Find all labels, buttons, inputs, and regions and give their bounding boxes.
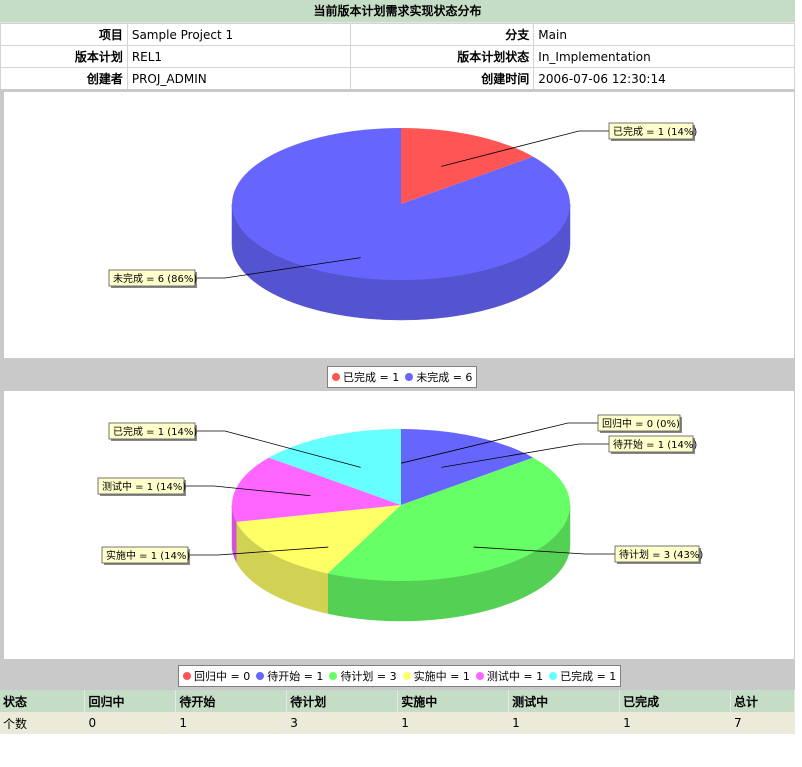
- stats-cell: 个数: [0, 712, 86, 734]
- chart2-label-4: 测试中 = 1 (14%): [102, 480, 186, 493]
- chart2-label-3: 实施中 = 1 (14%): [106, 549, 190, 562]
- chart1-top: [231, 128, 570, 280]
- status-legend: 回归中 = 0 待开始 = 1 待计划 = 3 实施中 = 1 测试中 = 1 已完成 =…: [178, 665, 622, 687]
- project-value: Sample Project 1: [126, 23, 351, 46]
- chart2-top: [232, 429, 570, 581]
- chart2-legend-dot-0: [183, 672, 191, 680]
- stats-header: 待计划: [286, 690, 399, 712]
- chart1-panel: 已完成 = 1 (14%) 未完成 = 6 (86%): [0, 92, 795, 358]
- chart2-legend-item-0: 回归中 = 0: [183, 668, 250, 684]
- status-count-table: 状态 回归中 待开始 待计划 实施中 测试中 已完成 总计 个数 0 1 3 1…: [0, 690, 796, 734]
- branch-label: 分支: [349, 23, 535, 46]
- chart1-legend-dot-1: [405, 373, 414, 381]
- stats-cell: 0: [84, 712, 177, 734]
- stats-header: 待开始: [175, 690, 288, 712]
- chart2-legend-dot-1: [256, 672, 265, 680]
- stats-header: 状态: [0, 690, 86, 712]
- chart2-legend-item-5: 已完成 = 1: [549, 668, 616, 684]
- branch-value: Main: [533, 23, 795, 46]
- stats-cell: 7: [730, 712, 796, 734]
- created-time-value: 2006-07-06 12:30:14: [533, 67, 795, 90]
- status-pie-chart: 回归中 = 0 (0%) 待开始 = 1 (14%) 待计划 = 3 (43%) 实施…: [97, 414, 703, 622]
- created-time-label: 创建时间: [349, 67, 535, 90]
- stats-cell: 1: [508, 712, 621, 734]
- release-label: 版本计划: [0, 45, 128, 68]
- chart2-legend-dot-4: [475, 672, 484, 680]
- chart2-label-2: 待计划 = 3 (43%): [619, 548, 703, 561]
- chart2-legend-text-4: 测试中 = 1: [486, 670, 544, 683]
- chart1-label-0: 已完成 = 1 (14%): [613, 125, 697, 138]
- project-label: 项目: [0, 23, 128, 46]
- stats-header: 已完成: [619, 690, 731, 712]
- stats-cell: 1: [175, 712, 288, 734]
- creator-label: 创建者: [0, 67, 128, 90]
- release-status-value: In_Implementation: [533, 45, 795, 68]
- chart2-legend-text-2: 待计划 = 3: [340, 670, 397, 683]
- chart2-legend-dot-5: [549, 672, 558, 680]
- stats-cell: 1: [397, 712, 510, 734]
- creator-value: PROJ_ADMIN: [126, 67, 351, 90]
- completion-pie-chart: 已完成 = 1 (14%) 未完成 = 6 (86%): [108, 122, 697, 321]
- chart2-legend-dot-3: [402, 672, 411, 680]
- stats-header: 回归中: [84, 690, 177, 712]
- chart2-label-1: 待开始 = 1 (14%): [613, 438, 697, 451]
- stats-cell: 3: [286, 712, 399, 734]
- chart2-label-0: 回归中 = 0 (0%): [602, 417, 680, 430]
- chart1-legend-dot-0: [332, 373, 340, 381]
- chart2-legend-item-3: 实施中 = 1: [402, 668, 470, 684]
- stats-header: 测试中: [508, 690, 621, 712]
- info-row-release: 版本计划 REL1 版本计划状态 In_Implementation: [0, 45, 795, 68]
- release-status-label: 版本计划状态: [349, 45, 535, 68]
- chart1-legend-item-0: 已完成 = 1: [332, 369, 399, 385]
- completion-legend: 已完成 = 1 未完成 = 6: [327, 366, 478, 388]
- chart1-legend-text-1: 未完成 = 6: [416, 371, 473, 384]
- chart2-legend-dot-2: [329, 672, 338, 680]
- stats-data-row: 个数 0 1 3 1 1 1 7: [0, 712, 796, 734]
- stats-header: 总计: [730, 690, 796, 712]
- chart1-legend-item-1: 未完成 = 6: [405, 369, 472, 385]
- chart2-legend-text-5: 已完成 = 1: [560, 670, 617, 683]
- stats-header: 实施中: [397, 690, 510, 712]
- chart2-panel: 回归中 = 0 (0%) 待开始 = 1 (14%) 待计划 = 3 (43%) 实施…: [0, 391, 795, 659]
- chart2-legend-text-3: 实施中 = 1: [413, 670, 470, 683]
- stats-header-row: 状态 回归中 待开始 待计划 实施中 测试中 已完成 总计: [0, 690, 796, 712]
- chart2-legend-item-1: 待开始 = 1: [256, 668, 323, 684]
- chart2-legend-item-4: 测试中 = 1: [475, 668, 544, 684]
- info-row-project: 项目 Sample Project 1 分支 Main: [0, 23, 795, 46]
- chart2-legend-text-1: 待开始 = 1: [267, 670, 324, 683]
- release-value: REL1: [126, 45, 351, 68]
- stats-cell: 1: [619, 712, 731, 734]
- info-row-creator: 创建者 PROJ_ADMIN 创建时间 2006-07-06 12:30:14: [0, 67, 795, 90]
- chart2-legend-item-2: 待计划 = 3: [329, 668, 397, 684]
- chart1-label-1: 未完成 = 6 (86%): [113, 272, 197, 285]
- chart2-label-5: 已完成 = 1 (14%): [113, 425, 197, 438]
- project-info-table: 项目 Sample Project 1 分支 Main 版本计划 REL1 版本…: [0, 23, 795, 90]
- chart2-legend-text-0: 回归中 = 0: [194, 670, 251, 683]
- chart1-legend-text-0: 已完成 = 1: [343, 371, 400, 384]
- page-title: 当前版本计划需求实现状态分布: [0, 0, 795, 23]
